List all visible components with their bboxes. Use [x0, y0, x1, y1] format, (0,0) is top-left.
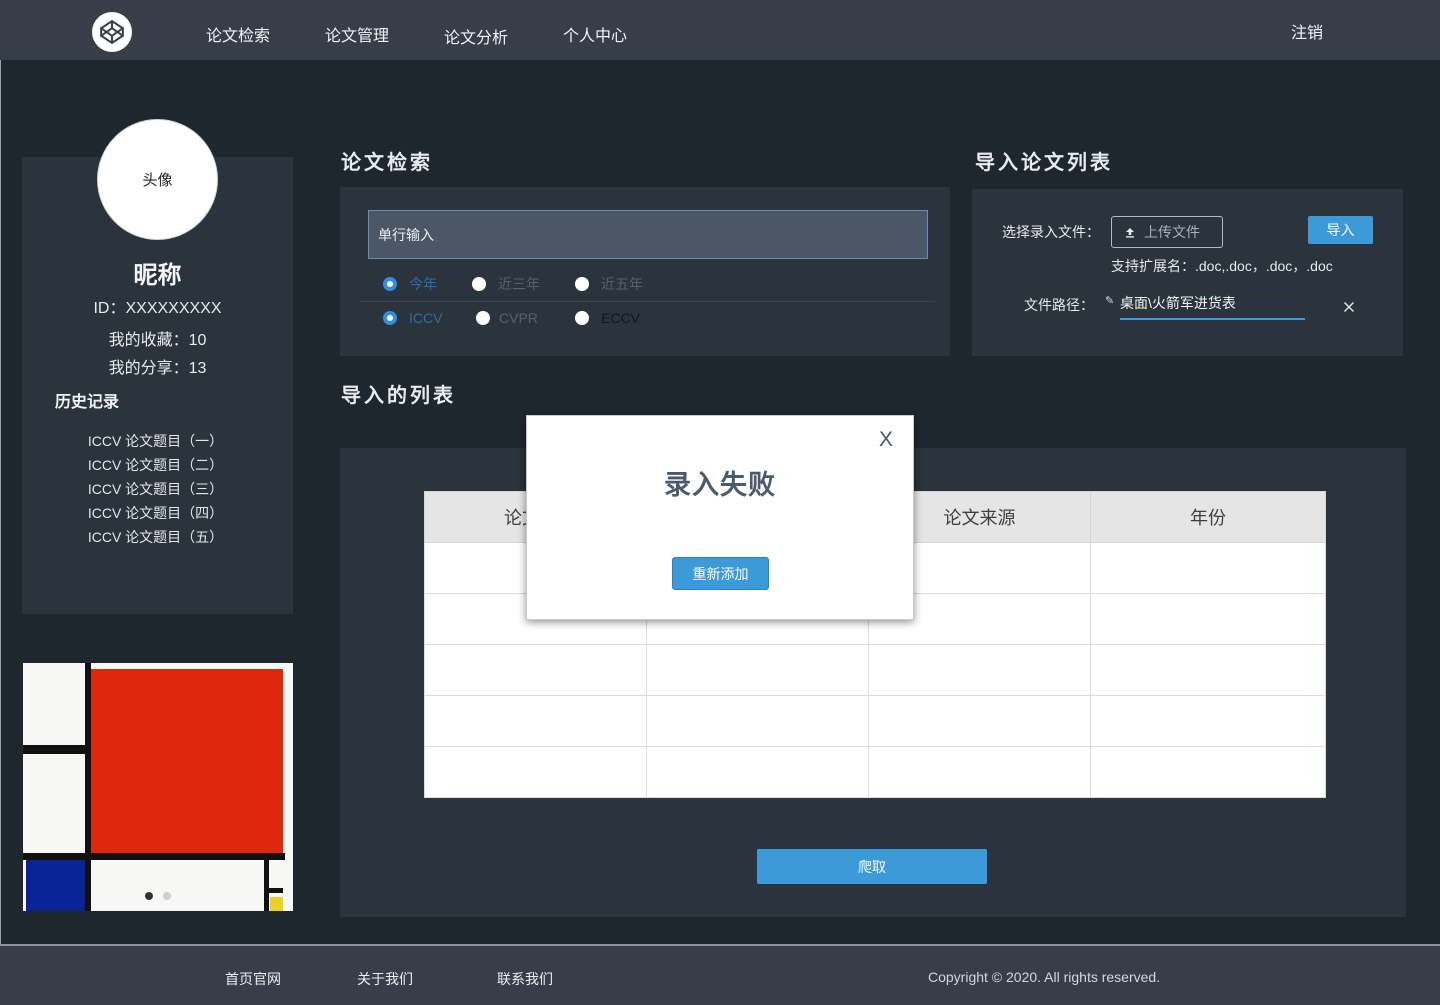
logo[interactable] — [92, 12, 132, 52]
favorites-count[interactable]: 我的收藏：10 — [22, 331, 293, 351]
painting-black-line — [264, 860, 269, 911]
history-list: ICCV 论文题目（一） ICCV 论文题目（二） ICCV 论文题目（三） I… — [22, 429, 289, 549]
painting-red-block — [90, 669, 283, 853]
radio-label: 今年 — [409, 276, 437, 292]
codepen-icon — [100, 20, 124, 44]
radio-label: CVPR — [499, 310, 538, 326]
radio-button[interactable] — [575, 277, 589, 291]
table-cell — [424, 644, 647, 696]
file-path-label: 文件路径： — [1024, 297, 1094, 313]
imported-list-title: 导入的列表 — [341, 385, 456, 407]
radio-button[interactable] — [383, 277, 397, 291]
modal-title: 录入失败 — [664, 470, 776, 500]
retry-add-button[interactable]: 重新添加 — [672, 557, 769, 590]
nav-paper-management[interactable]: 论文管理 — [325, 27, 389, 49]
file-path-underline — [1120, 318, 1305, 320]
supported-extensions: 支持扩展名：.doc,.doc，.doc，.doc — [1111, 258, 1333, 274]
nav-paper-analysis[interactable]: 论文分析 — [444, 29, 508, 49]
table-cell — [646, 644, 869, 696]
radio-button[interactable] — [476, 311, 490, 325]
history-item[interactable]: ICCV 论文题目（五） — [22, 525, 289, 549]
close-icon[interactable] — [1343, 301, 1355, 313]
painting-black-line — [23, 745, 85, 754]
history-item[interactable]: ICCV 论文题目（三） — [22, 477, 289, 501]
table-cell — [1090, 593, 1326, 645]
table-cell — [646, 746, 869, 798]
radio-label: ICCV — [409, 310, 443, 326]
file-path-input[interactable]: 桌面\火箭军进货表 — [1120, 294, 1236, 312]
history-item[interactable]: ICCV 论文题目（一） — [22, 429, 289, 453]
crawl-button[interactable]: 爬取 — [757, 849, 987, 884]
radio-last-three-years[interactable]: 近三年 — [472, 276, 540, 292]
table-row — [424, 695, 1326, 747]
main-nav: 论文检索 论文管理 论文分析 个人中心 — [206, 27, 627, 49]
radio-label: ECCV — [601, 310, 640, 326]
footer: 首页官网 关于我们 联系我们 Copyright © 2020. All rig… — [0, 946, 1440, 1005]
radio-button[interactable] — [383, 311, 397, 325]
nav-personal-center[interactable]: 个人中心 — [563, 27, 627, 49]
radio-label: 近三年 — [498, 276, 540, 292]
copyright: Copyright © 2020. All rights reserved. — [928, 969, 1161, 985]
radio-cvpr[interactable]: CVPR — [476, 310, 538, 326]
top-nav-bar: 论文检索 论文管理 论文分析 个人中心 注销 — [0, 0, 1440, 60]
error-modal: X 录入失败 重新添加 — [526, 415, 914, 620]
import-button[interactable]: 导入 — [1308, 216, 1373, 244]
radio-iccv[interactable]: ICCV — [383, 310, 442, 326]
nickname: 昵称 — [133, 262, 182, 289]
upload-file-label: 上传文件 — [1144, 224, 1200, 240]
avatar[interactable]: 头像 — [97, 119, 218, 240]
footer-link-about[interactable]: 关于我们 — [357, 970, 413, 988]
radio-last-five-years[interactable]: 近五年 — [575, 276, 643, 292]
upload-icon — [1126, 227, 1134, 238]
painting-black-line — [268, 888, 283, 893]
painting-black-line — [23, 853, 285, 860]
user-id: ID：XXXXXXXXX — [93, 300, 222, 317]
table-cell — [646, 695, 869, 747]
radio-eccv[interactable]: ECCV — [575, 310, 640, 326]
table-cell — [1090, 542, 1326, 594]
table-cell — [868, 695, 1091, 747]
table-cell — [424, 695, 647, 747]
table-cell — [1090, 644, 1326, 696]
table-cell — [868, 644, 1091, 696]
history-item[interactable]: ICCV 论文题目（二） — [22, 453, 289, 477]
avatar-label: 头像 — [142, 172, 173, 189]
carousel-dot[interactable] — [145, 892, 153, 900]
logout-link[interactable]: 注销 — [1291, 24, 1323, 44]
import-section-title: 导入论文列表 — [975, 152, 1113, 174]
table-row — [424, 746, 1326, 798]
column-header-year: 年份 — [1090, 491, 1326, 543]
painting-yellow-block — [270, 897, 283, 911]
radio-button[interactable] — [575, 311, 589, 325]
search-section-title: 论文检索 — [341, 152, 433, 174]
history-item[interactable]: ICCV 论文题目（四） — [22, 501, 289, 525]
modal-close-button[interactable]: X — [879, 428, 893, 452]
footer-link-contact[interactable]: 联系我们 — [497, 970, 553, 988]
history-title: 历史记录 — [55, 394, 120, 411]
footer-link-home[interactable]: 首页官网 — [225, 970, 281, 988]
upload-file-button[interactable]: 上传文件 — [1111, 216, 1223, 248]
search-panel: 今年 近三年 近五年 ICCV CVPR ECCV — [340, 187, 950, 356]
painting-black-line — [85, 663, 91, 911]
image-carousel[interactable] — [23, 663, 293, 911]
pencil-icon: ✎ — [1105, 295, 1115, 307]
radio-this-year[interactable]: 今年 — [383, 276, 437, 292]
nav-paper-search[interactable]: 论文检索 — [206, 27, 270, 49]
radio-button[interactable] — [472, 277, 486, 291]
search-input[interactable] — [368, 210, 928, 259]
table-row — [424, 644, 1326, 696]
painting-blue-block — [26, 860, 85, 911]
divider — [360, 301, 935, 302]
table-cell — [1090, 695, 1326, 747]
page-border-left — [0, 0, 1, 946]
import-panel: 选择录入文件： 上传文件 导入 支持扩展名：.doc,.doc，.doc，.do… — [972, 189, 1403, 356]
radio-label: 近五年 — [601, 276, 643, 292]
table-cell — [868, 746, 1091, 798]
table-cell — [1090, 746, 1326, 798]
select-file-label: 选择录入文件： — [1002, 224, 1100, 240]
shares-count[interactable]: 我的分享：13 — [22, 359, 293, 379]
table-cell — [424, 746, 647, 798]
carousel-dot[interactable] — [163, 892, 171, 900]
